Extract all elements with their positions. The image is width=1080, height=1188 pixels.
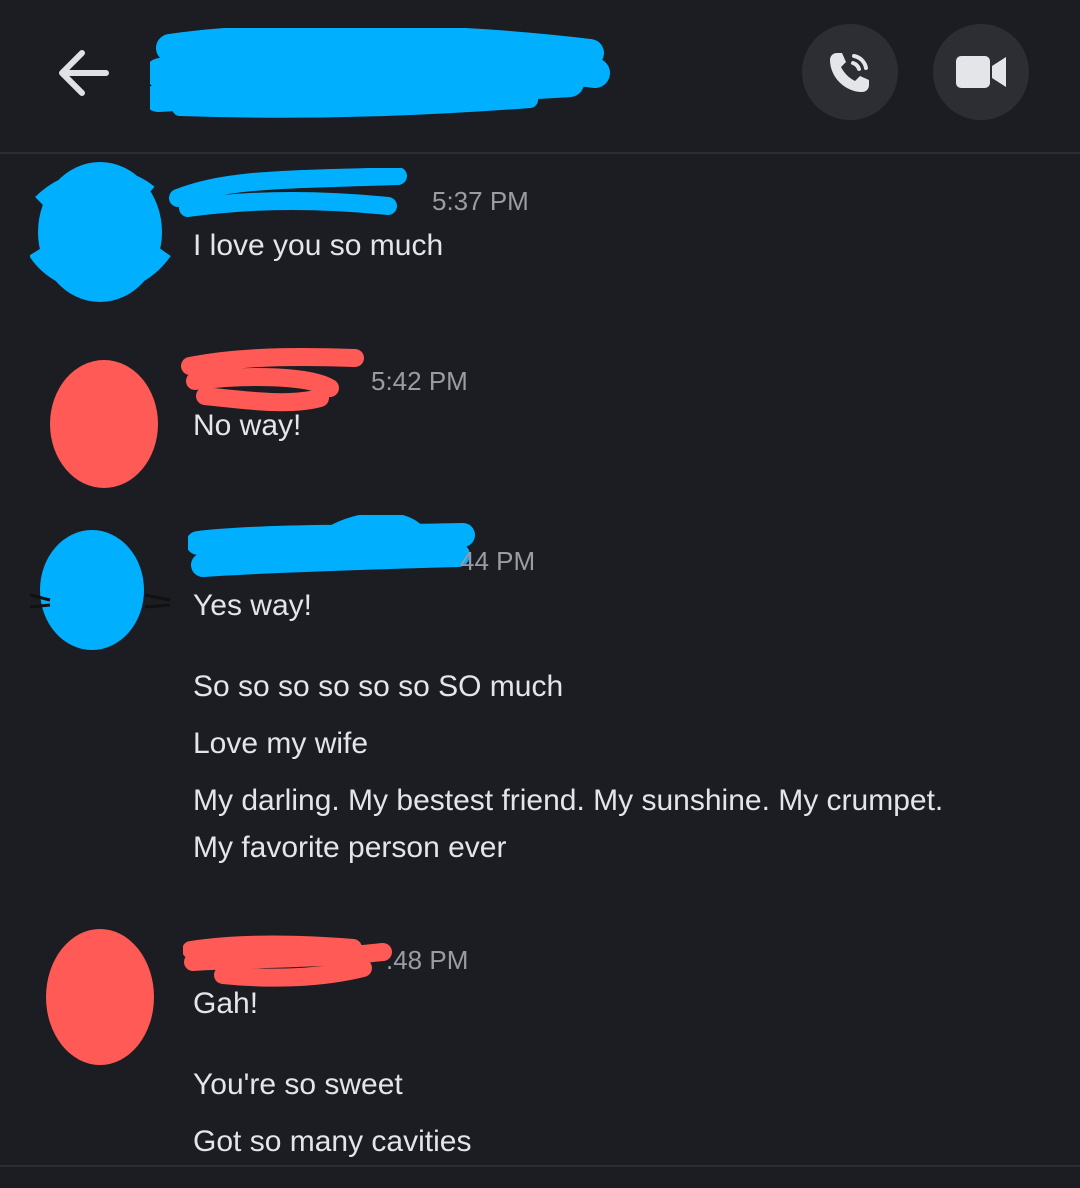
message-text: My favorite person ever — [193, 831, 507, 864]
redaction-scribble — [46, 929, 154, 1065]
message-text: So so so so so so SO much — [193, 670, 564, 703]
timestamp: .48 PM — [386, 945, 469, 975]
message-text: I love you so much — [193, 229, 444, 262]
redaction-scribble — [150, 28, 610, 118]
username[interactable] — [169, 168, 428, 218]
video-call-button[interactable] — [933, 24, 1029, 120]
avatar[interactable] — [40, 354, 180, 504]
video-camera-icon — [956, 56, 1006, 88]
back-button[interactable] — [44, 38, 124, 108]
timestamp: 44 PM — [460, 546, 536, 576]
message-text: Yes way! — [193, 589, 312, 622]
chat-header — [0, 0, 1080, 154]
redaction-scribble — [50, 360, 158, 488]
message-group: .48 PM Gah! You're so sweet Got so many … — [0, 920, 1080, 1165]
voice-call-button[interactable] — [802, 24, 898, 120]
message-text: My darling. My bestest friend. My sunshi… — [193, 784, 944, 817]
arrow-left-icon — [59, 50, 109, 96]
timestamp: 5:37 PM — [432, 186, 529, 216]
message-group: 5:37 PM I love you so much — [0, 150, 1080, 320]
message-text: Love my wife — [193, 727, 369, 760]
divider — [0, 1165, 1080, 1167]
username[interactable] — [188, 515, 478, 577]
message-group: 5:42 PM No way! — [0, 340, 1080, 510]
message-text: You're so sweet — [193, 1068, 403, 1101]
channel-title[interactable] — [150, 28, 610, 118]
redaction-scribble — [29, 530, 171, 650]
phone-call-icon — [830, 53, 869, 92]
redaction-scribble — [29, 162, 171, 302]
timestamp: 5:42 PM — [371, 366, 468, 396]
message-text: Got so many cavities — [193, 1125, 472, 1158]
message-text: Gah! — [193, 987, 259, 1020]
dm-chat-screen: 5:37 PM I love you so much 5:42 PM No wa… — [0, 0, 1080, 1188]
avatar[interactable] — [36, 925, 176, 1075]
message-text: No way! — [193, 409, 302, 442]
avatar[interactable] — [29, 525, 171, 675]
username[interactable] — [181, 346, 378, 412]
avatar[interactable] — [29, 152, 171, 302]
message-group: 44 PM Yes way! So so so so so so SO much… — [0, 515, 1080, 875]
redaction-scribble — [169, 168, 407, 217]
username[interactable] — [183, 930, 392, 987]
